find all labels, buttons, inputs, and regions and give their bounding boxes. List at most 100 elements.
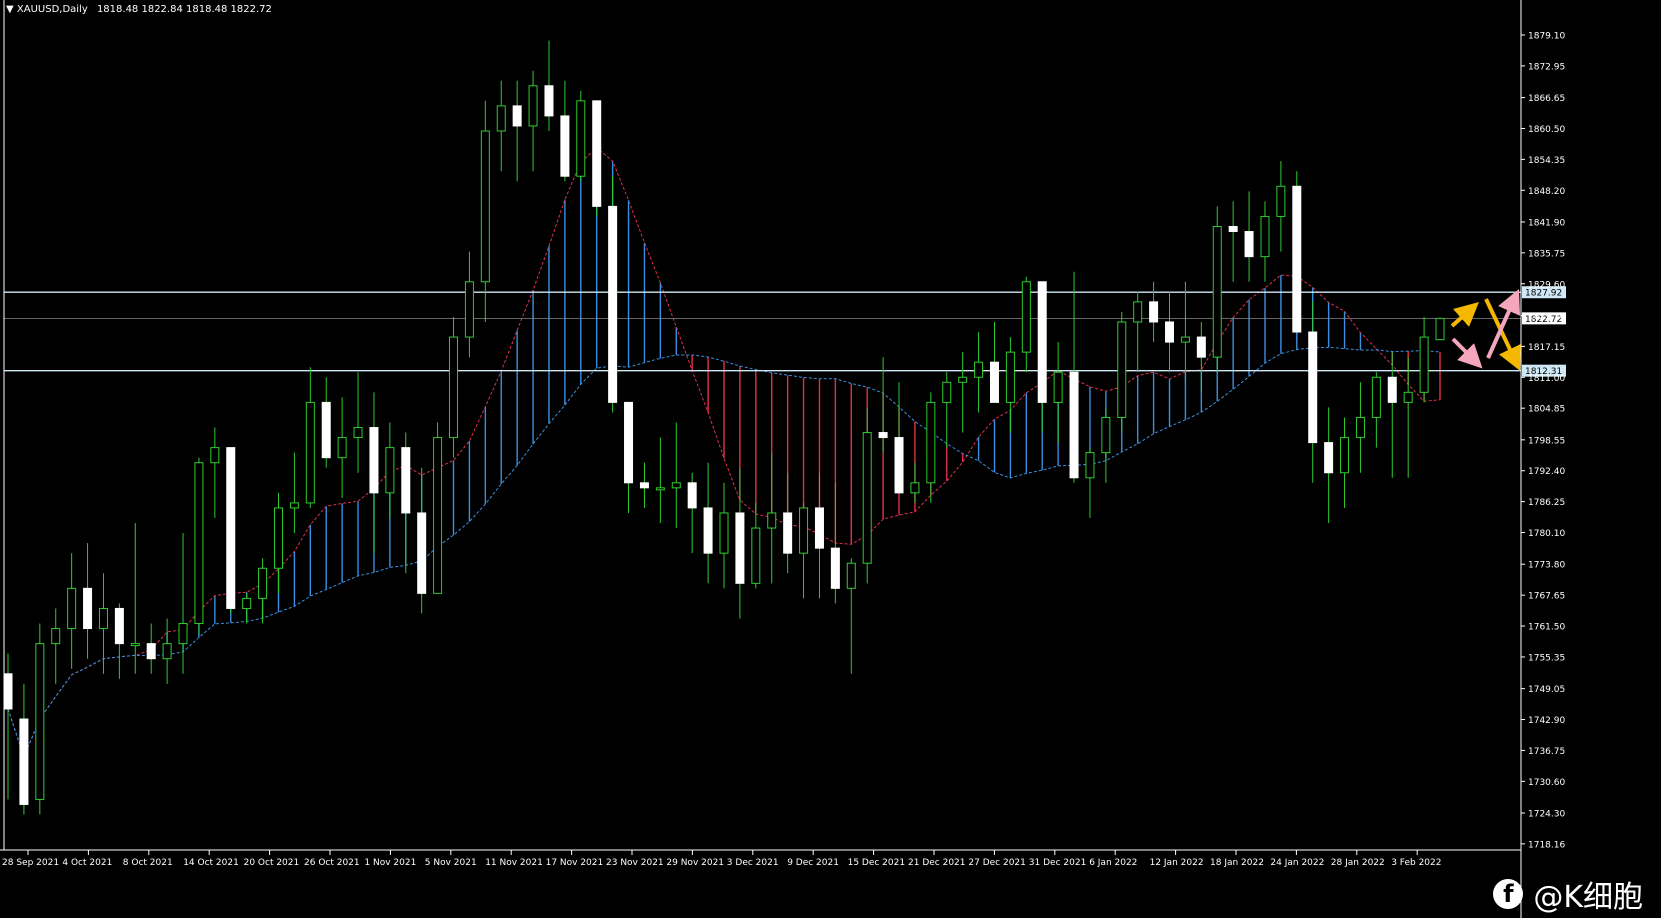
candle-body — [289, 502, 299, 509]
candle-body — [1212, 225, 1222, 358]
x-tick-label: 12 Jan 2022 — [1150, 858, 1204, 868]
candle-body — [767, 512, 777, 529]
candle — [449, 316, 459, 458]
candle — [35, 623, 45, 815]
candle — [433, 422, 443, 594]
candle-body — [1149, 301, 1159, 323]
candle-body — [703, 507, 713, 554]
y-tick-label: 1798.55 — [1528, 436, 1565, 446]
y-tick-label: 1767.65 — [1528, 592, 1565, 602]
candle — [194, 457, 204, 634]
collapse-icon[interactable]: ▼ — [6, 4, 14, 15]
candle-body — [528, 85, 538, 127]
candle-body — [1085, 452, 1095, 479]
candle — [862, 407, 872, 584]
x-tick-label: 9 Dec 2021 — [787, 858, 839, 868]
candle-body — [51, 628, 61, 645]
symbol-label: XAUUSD,Daily — [16, 4, 88, 15]
candle-body — [178, 623, 188, 645]
candle-body — [67, 587, 77, 630]
x-tick-label: 1 Nov 2021 — [364, 858, 416, 868]
y-tick-label: 1755.35 — [1528, 653, 1565, 663]
x-tick-label: 23 Nov 2021 — [606, 858, 664, 868]
candle-body — [1005, 351, 1015, 403]
candle-body — [1021, 281, 1031, 353]
candle-body — [305, 401, 315, 504]
candle — [592, 100, 602, 217]
candle-body — [878, 432, 888, 439]
y-tick-label: 1841.90 — [1528, 218, 1565, 228]
candle-body — [130, 643, 140, 647]
candle-body — [3, 673, 13, 710]
candle-body — [783, 512, 793, 554]
y-tick-label: 1736.75 — [1528, 747, 1565, 757]
x-tick-label: 24 Jan 2022 — [1270, 858, 1324, 868]
candle-body — [799, 507, 809, 554]
candle — [226, 447, 236, 614]
candle-body — [974, 361, 984, 378]
y-tick-label: 1860.50 — [1528, 125, 1565, 135]
candle-body — [496, 105, 506, 132]
candle-body — [417, 512, 427, 594]
candle-body — [1101, 416, 1111, 454]
x-tick-label: 5 Nov 2021 — [425, 858, 477, 868]
candle-body — [114, 607, 124, 645]
x-tick-label: 31 Dec 2021 — [1029, 858, 1087, 868]
x-tick-label: 8 Oct 2021 — [123, 858, 173, 868]
x-tick-label: 4 Oct 2021 — [62, 858, 112, 868]
x-tick-label: 14 Oct 2021 — [183, 858, 239, 868]
watermark-text: @K细胞 — [1533, 880, 1643, 915]
candle-body — [894, 437, 904, 494]
candle-body — [433, 437, 443, 594]
candle-body — [464, 281, 474, 338]
candle — [608, 176, 618, 413]
candle-body — [671, 482, 681, 489]
price-chart[interactable]: 1827.921812.311822.72 1879.101872.951866… — [0, 0, 1661, 918]
chart-title: ▼ XAUUSD,Daily 1818.48 1822.84 1818.48 1… — [6, 4, 272, 15]
x-tick-label: 3 Dec 2021 — [727, 858, 779, 868]
candle-body — [1324, 442, 1334, 474]
candle-body — [369, 427, 379, 494]
candle-body — [560, 115, 570, 177]
candle-body — [719, 512, 729, 554]
candle-body — [592, 100, 602, 207]
x-tick-label: 18 Jan 2022 — [1210, 858, 1264, 868]
candle — [1117, 311, 1127, 433]
candle-body — [1387, 376, 1397, 403]
watermark: f @K细胞 — [1493, 872, 1643, 916]
candle — [1292, 171, 1302, 333]
x-tick-label: 11 Nov 2021 — [485, 858, 543, 868]
candle-body — [830, 547, 840, 589]
x-tick-label: 20 Oct 2021 — [244, 858, 300, 868]
candle-body — [258, 567, 268, 599]
x-tick-label: 28 Jan 2022 — [1331, 858, 1385, 868]
candle-body — [926, 401, 936, 484]
candle-body — [353, 427, 363, 439]
candle-body — [480, 130, 490, 283]
x-tick-label: 26 Oct 2021 — [304, 858, 360, 868]
y-tick-label: 1829.60 — [1528, 280, 1565, 290]
y-tick-label: 1823.30 — [1528, 312, 1565, 322]
candle — [576, 90, 586, 182]
candle-body — [1244, 231, 1254, 258]
candle-body — [910, 482, 920, 494]
candle-body — [226, 447, 236, 609]
candle-body — [989, 361, 999, 403]
y-tick-label: 1780.10 — [1528, 529, 1565, 539]
candle-body — [35, 643, 45, 800]
x-tick-label: 3 Feb 2022 — [1391, 858, 1441, 868]
candle — [1212, 206, 1222, 373]
candle-body — [1228, 225, 1238, 233]
y-tick-label: 1811.00 — [1528, 374, 1565, 384]
candle-body — [321, 401, 331, 459]
y-tick-label: 1848.20 — [1528, 187, 1565, 197]
candle-body — [687, 482, 697, 509]
candle-body — [862, 432, 872, 564]
x-tick-label: 17 Nov 2021 — [546, 858, 604, 868]
x-tick-label: 21 Dec 2021 — [908, 858, 966, 868]
candle-body — [1340, 437, 1350, 474]
candle-body — [1260, 215, 1270, 258]
candle-body — [942, 381, 952, 403]
candle-body — [273, 507, 283, 569]
candle-body — [146, 643, 156, 660]
